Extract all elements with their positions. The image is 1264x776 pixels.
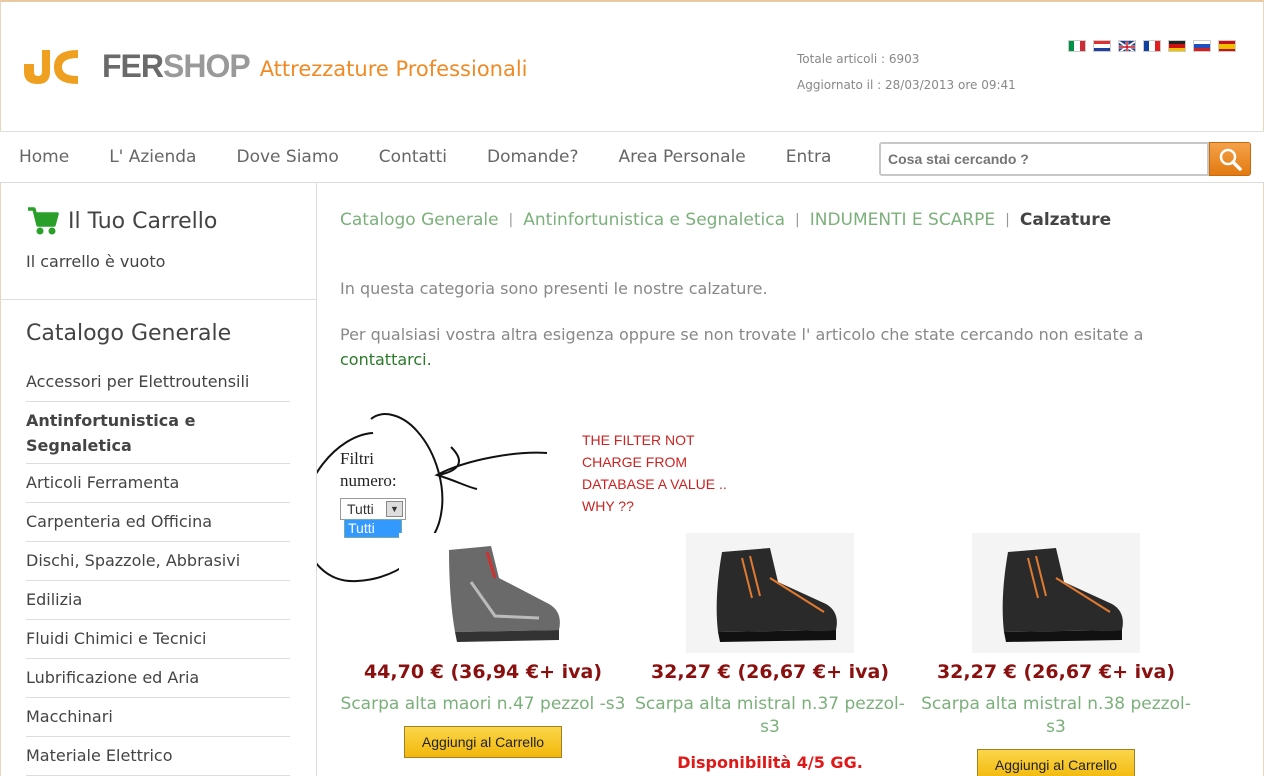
sidebar: Il Tuo Carrello Il carrello è vuoto Cata… [0,183,317,776]
product-name[interactable]: Scarpa alta mistral n.38 pezzol-s3 [913,693,1199,739]
product-card: 44,70 € (36,94 €+ iva) Scarpa alta maori… [340,533,626,758]
product-card: 32,27 € (26,67 €+ iva) Scarpa alta mistr… [627,533,913,772]
nav-item-azienda[interactable]: L' Azienda [109,147,196,167]
cart-status: Il carrello è vuoto [26,252,166,271]
logo-text: FERSHOP [102,48,251,84]
main-content: Catalogo Generale | Antinfortunistica e … [317,183,1264,776]
filter-label-line2: numero: [340,471,397,490]
language-flags [1068,40,1236,52]
category-item[interactable]: Carpenteria ed Officina [26,503,290,542]
site-stats: Totale articoli : 6903 Aggiornato il : 2… [797,46,1016,98]
nav-items: Home L' Azienda Dove Siamo Contatti Doma… [19,147,871,167]
product-image[interactable] [972,533,1140,653]
category-item[interactable]: Edilizia [26,581,290,620]
add-to-cart-button[interactable]: Aggiungi al Carrello [404,726,562,758]
nav-item-entra[interactable]: Entra [786,147,832,167]
breadcrumb-item[interactable]: Antinfortunistica e Segnaletica [523,210,785,230]
breadcrumb-separator: | [508,212,514,228]
total-articles: Totale articoli : 6903 [797,52,920,66]
logo-mark-icon [24,50,78,84]
breadcrumb-separator: | [1005,212,1010,228]
annotation-line: WHY ?? [582,498,634,514]
annotation-line: DATABASE A VALUE .. [582,476,727,492]
nav-item-home[interactable]: Home [19,147,69,167]
category-item[interactable]: Dischi, Spazzole, Abbrasivi [26,542,290,581]
product-price: 32,27 € (26,67 €+ iva) [936,661,1176,683]
nav-item-dove-siamo[interactable]: Dove Siamo [236,147,338,167]
search-icon [1219,148,1242,171]
breadcrumb: Catalogo Generale | Antinfortunistica e … [340,210,1111,230]
flag-fr-icon[interactable] [1143,40,1161,52]
shoe-icon [1002,548,1123,642]
annotation-line: THE FILTER NOT [582,432,695,448]
flag-it-icon[interactable] [1068,40,1086,52]
updated-date: Aggiornato il : 28/03/2013 ore 09:41 [797,78,1016,92]
search-button[interactable] [1209,142,1251,176]
sidebar-divider [0,299,316,300]
category-item[interactable]: Fluidi Chimici e Tecnici [26,620,290,659]
add-to-cart-button[interactable]: Aggiungi al Carrello [977,749,1135,776]
flag-de-icon[interactable] [1168,40,1186,52]
logo-fer: FER [102,48,164,84]
shoe-icon [716,548,837,642]
category-contact-text: Per qualsiasi vostra altra esigenza oppu… [340,322,1220,372]
availability-notice: Disponibilità 4/5 GG. [677,753,863,772]
search-input[interactable] [879,142,1209,176]
logo-shop: SHOP [163,48,251,84]
nav-item-domande[interactable]: Domande? [487,147,579,167]
product-image[interactable] [686,533,854,653]
search-bar [879,142,1252,178]
product-name[interactable]: Scarpa alta maori n.47 pezzol -s3 [340,693,626,716]
category-item[interactable]: Accessori per Elettroutensili [26,363,290,402]
nav-item-area-personale[interactable]: Area Personale [619,147,746,167]
flag-es-icon[interactable] [1218,40,1236,52]
contact-text: Per qualsiasi vostra altra esigenza oppu… [340,325,1144,344]
flag-uk-icon[interactable] [1118,40,1136,52]
breadcrumb-separator: | [795,212,800,228]
category-item[interactable]: Materiale Elettrico [26,737,290,776]
category-intro: In questa categoria sono presenti le nos… [340,279,768,298]
product-card: 32,27 € (26,67 €+ iva) Scarpa alta mistr… [913,533,1199,776]
product-price: 44,70 € (36,94 €+ iva) [363,661,603,683]
filter-label: Filtri numero: [340,448,397,492]
main-nav: Home L' Azienda Dove Siamo Contatti Doma… [0,131,1264,183]
contact-link[interactable]: contattarci. [340,350,432,369]
shoe-icon [449,546,560,642]
category-item[interactable]: Macchinari [26,698,290,737]
category-list: Accessori per Elettroutensili Antinfortu… [26,363,290,776]
select-value: Tutti [347,501,374,517]
annotation-line: CHARGE FROM [582,454,687,470]
breadcrumb-item[interactable]: Catalogo Generale [340,210,499,230]
product-price: 32,27 € (26,67 €+ iva) [650,661,890,683]
tagline: Attrezzature Professionali [259,57,528,81]
size-filter-select[interactable]: Tutti ▼ [340,498,406,520]
annotation-note: THE FILTER NOT CHARGE FROM DATABASE A VA… [582,429,762,517]
category-item-active[interactable]: Antinfortunistica e Segnaletica [26,402,290,464]
filter-label-line1: Filtri [340,449,375,468]
category-item[interactable]: Lubrificazione ed Aria [26,659,290,698]
product-name[interactable]: Scarpa alta mistral n.37 pezzol-s3 [627,693,913,739]
category-item[interactable]: Articoli Ferramenta [26,464,290,503]
flag-ru-icon[interactable] [1193,40,1211,52]
logo[interactable]: FERSHOP Attrezzature Professionali [20,42,528,84]
cart-icon [28,207,59,235]
breadcrumb-current: Calzature [1019,210,1112,230]
catalog-title: Catalogo Generale [26,321,232,346]
cart-title: Il Tuo Carrello [68,208,218,234]
product-image[interactable] [399,533,567,653]
flag-hr-icon[interactable] [1093,40,1111,52]
chevron-down-icon[interactable]: ▼ [386,501,403,517]
cart-header[interactable]: Il Tuo Carrello [26,205,217,237]
header: FERSHOP Attrezzature Professionali Total… [0,2,1264,132]
breadcrumb-item[interactable]: INDUMENTI E SCARPE [810,210,995,230]
nav-item-contatti[interactable]: Contatti [379,147,447,167]
